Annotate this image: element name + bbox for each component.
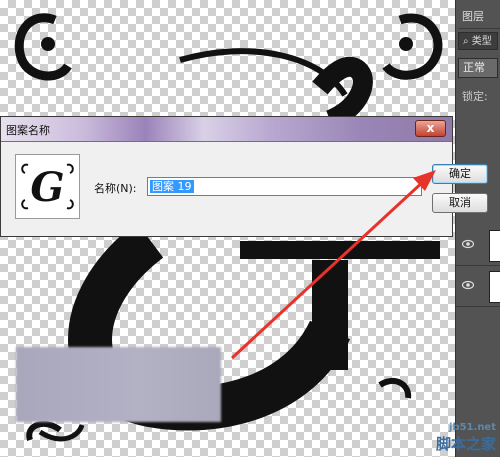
close-button[interactable]: x <box>415 120 446 137</box>
pattern-name-dialog: 图案名称 x G 名称(N): 图案 19 确定 取消 <box>0 116 488 237</box>
watermark-url: jb51.net <box>449 422 496 433</box>
layer-thumbnail <box>489 271 500 303</box>
layers-tab[interactable]: 图层 <box>458 6 500 29</box>
pattern-preview: G <box>15 154 80 219</box>
pattern-preview-art: G <box>21 163 74 211</box>
blend-mode-select[interactable]: 正常 <box>458 58 498 78</box>
dialog-title: 图案名称 <box>6 124 50 137</box>
blurred-region <box>16 347 221 422</box>
layer-row[interactable] <box>456 225 500 266</box>
preview-glyph: G <box>30 164 64 211</box>
ok-button[interactable]: 确定 <box>432 164 488 184</box>
layer-row[interactable] <box>456 266 500 307</box>
watermark: jb51.net 脚本之家 <box>436 422 496 454</box>
search-icon: ⌕ <box>463 36 469 47</box>
eye-icon[interactable] <box>462 279 474 291</box>
layer-thumbnail <box>489 230 500 262</box>
watermark-site: 脚本之家 <box>435 435 496 453</box>
layer-filter-label: 类型 <box>471 36 492 47</box>
eye-icon[interactable] <box>462 238 474 250</box>
cancel-button[interactable]: 取消 <box>432 193 488 213</box>
name-input-value: 图案 19 <box>150 180 194 193</box>
name-input[interactable]: 图案 19 <box>147 177 422 196</box>
lock-label: 锁定: <box>462 90 488 103</box>
layers-panel: 图层 ⌕ 类型 正常 锁定: <box>455 0 500 457</box>
dialog-titlebar[interactable]: 图案名称 x <box>1 117 452 142</box>
layer-filter[interactable]: ⌕ 类型 <box>458 32 498 50</box>
name-label: 名称(N): <box>94 182 137 195</box>
close-icon: x <box>426 121 435 135</box>
